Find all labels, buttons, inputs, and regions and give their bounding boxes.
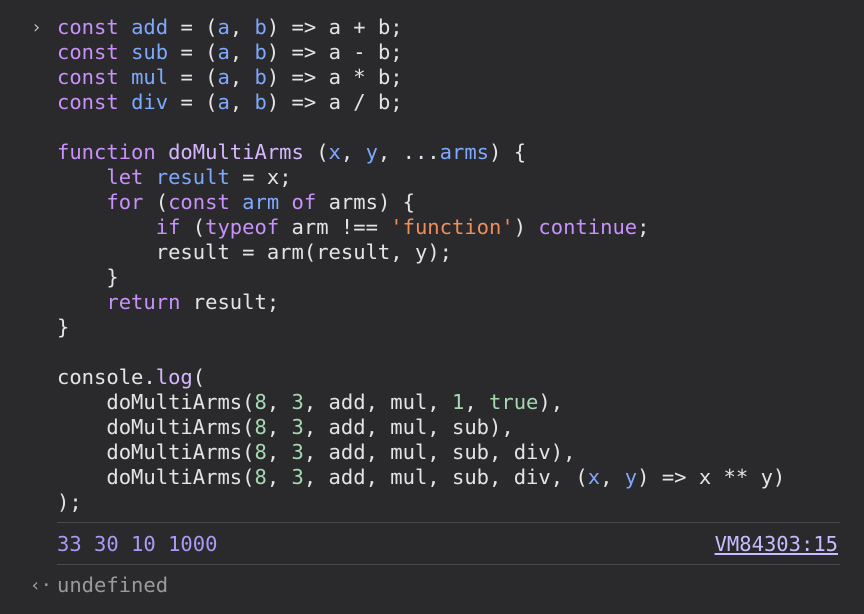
return-value: undefined [57, 573, 169, 597]
console-log-output: 33 30 10 1000 [57, 532, 218, 556]
code-line: } [57, 315, 70, 339]
code-line: const add = (a, b) => a + b; [57, 15, 403, 39]
code-line: for (const arm of arms) { [106, 190, 415, 214]
code-line: const sub = (a, b) => a - b; [57, 40, 403, 64]
code-line: if (typeof arm !== 'function') continue; [155, 215, 650, 239]
divider [57, 522, 840, 523]
code-line: const div = (a, b) => a / b; [57, 90, 403, 114]
code-line: doMultiArms(8, 3, add, mul, sub), [106, 415, 514, 439]
code-line: console.log( [57, 365, 206, 389]
code-line: doMultiArms(8, 3, add, mul, sub, div, (x… [106, 465, 786, 489]
code-line: function doMultiArms (x, y, ...arms) { [57, 140, 527, 164]
code-block[interactable]: const add = (a, b) => a + b; const sub = … [57, 15, 785, 515]
code-line: ); [57, 490, 82, 514]
source-location-link[interactable]: VM84303:15 [715, 532, 838, 556]
divider [57, 564, 840, 565]
code-line: const mul = (a, b) => a * b; [57, 65, 403, 89]
code-line: doMultiArms(8, 3, add, mul, sub, div), [106, 440, 576, 464]
code-line: return result; [106, 290, 280, 314]
chevron-right-icon: › [31, 17, 42, 38]
code-line: } [106, 265, 119, 289]
code-line: let result = x; [106, 165, 292, 189]
code-line: doMultiArms(8, 3, add, mul, 1, true), [106, 390, 564, 414]
devtools-console: › const add = (a, b) => a + b; const sub … [0, 0, 864, 614]
return-arrow-icon: ‹· [30, 575, 52, 596]
code-line: result = arm(result, y); [155, 240, 452, 264]
